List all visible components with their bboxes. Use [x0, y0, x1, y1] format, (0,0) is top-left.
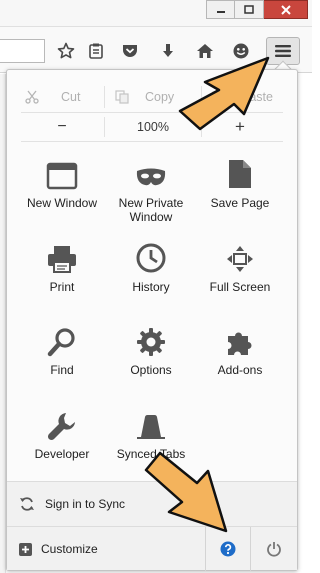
paste-icon	[212, 91, 224, 104]
plus-square-icon	[19, 542, 32, 556]
navigation-toolbar	[0, 27, 312, 73]
help-icon	[220, 541, 236, 557]
tile-label: Synced Tabs	[116, 447, 186, 461]
zoom-reset-button[interactable]: 100%	[105, 113, 201, 141]
tile-label: Find	[50, 363, 74, 377]
tile-label: Full Screen	[209, 280, 271, 294]
zoom-divider	[201, 117, 202, 137]
print-button[interactable]: Print	[18, 238, 106, 318]
tile-label: Save Page	[210, 196, 270, 210]
tile-label: Developer	[34, 447, 90, 461]
tile-label-line2: Window	[129, 210, 173, 224]
sync-label: Sign in to Sync	[45, 497, 126, 511]
restore-icon	[244, 4, 254, 14]
window-controls	[206, 0, 308, 19]
bookmark-star-button[interactable]	[53, 38, 79, 64]
developer-button[interactable]: Developer	[18, 405, 106, 485]
clipboard-icon	[89, 43, 103, 59]
window-icon	[46, 162, 78, 190]
customize-label: Customize	[41, 542, 98, 556]
add-ons-button[interactable]: Add-ons	[196, 321, 284, 401]
options-button[interactable]: Options	[107, 321, 195, 401]
help-button[interactable]	[205, 527, 250, 571]
zoom-out-button[interactable]: −	[47, 113, 77, 141]
paste-label: Paste	[241, 90, 273, 104]
printer-icon	[48, 246, 76, 273]
edit-controls: Cut Copy Paste	[7, 82, 297, 112]
close-button[interactable]	[264, 0, 308, 19]
customize-row: Customize	[7, 526, 297, 571]
quit-button[interactable]	[250, 527, 297, 571]
tile-label-line1: New Private	[118, 196, 184, 210]
customize-button[interactable]: Customize	[19, 527, 199, 571]
copy-label: Copy	[145, 90, 175, 104]
gear-icon	[137, 328, 165, 356]
new-window-button[interactable]: New Window	[18, 154, 106, 234]
tile-label: History	[132, 280, 170, 294]
copy-icon	[115, 90, 129, 104]
edit-divider	[104, 86, 105, 108]
downloads-button[interactable]	[155, 38, 181, 64]
zoom-value: 100%	[137, 120, 169, 134]
pocket-button[interactable]	[117, 38, 143, 64]
window-titlebar	[0, 0, 312, 27]
find-button[interactable]: Find	[18, 321, 106, 401]
scissors-icon	[25, 90, 39, 104]
save-page-button[interactable]: Save Page	[196, 154, 284, 234]
paste-button[interactable]: Paste	[211, 82, 273, 112]
cut-button[interactable]: Cut	[25, 82, 80, 112]
cut-label: Cut	[61, 90, 81, 104]
tile-label: New Window	[26, 196, 98, 210]
zoom-in-button[interactable]: +	[225, 113, 255, 141]
smiley-icon	[233, 43, 249, 59]
tile-label: Print	[49, 280, 75, 294]
sign-in-to-sync-button[interactable]: Sign in to Sync	[19, 482, 295, 526]
synced-tabs-icon	[137, 415, 165, 439]
app-menu-panel: Cut Copy Paste − 100% + New Window New P…	[6, 69, 298, 571]
download-arrow-icon	[163, 44, 173, 57]
close-icon	[280, 4, 291, 15]
home-button[interactable]	[192, 38, 218, 64]
puzzle-icon	[228, 332, 252, 355]
minimize-icon	[216, 10, 225, 13]
document-icon	[229, 160, 251, 188]
full-screen-button[interactable]: Full Screen	[196, 238, 284, 318]
tile-label: Add-ons	[217, 363, 263, 377]
tile-label: Options	[130, 363, 172, 377]
clock-icon	[136, 243, 166, 273]
hello-button[interactable]	[228, 38, 254, 64]
pocket-icon	[123, 45, 137, 57]
synced-tabs-button[interactable]: Synced Tabs	[107, 405, 195, 485]
restore-button[interactable]	[235, 0, 264, 19]
edit-divider	[201, 86, 202, 108]
reading-list-button[interactable]	[83, 38, 109, 64]
zoom-grid-divider	[21, 141, 283, 142]
url-bar[interactable]	[0, 39, 45, 63]
copy-button[interactable]: Copy	[115, 82, 174, 112]
hamburger-icon	[275, 45, 291, 57]
wrench-icon	[47, 413, 75, 441]
tile-label: New Private Window	[119, 196, 184, 224]
zoom-controls: − 100% +	[7, 113, 297, 141]
sync-icon	[20, 497, 34, 511]
minimize-button[interactable]	[206, 0, 235, 19]
zoom-out-label: −	[57, 118, 67, 135]
zoom-in-label: +	[235, 117, 245, 136]
fullscreen-arrows-icon	[227, 246, 253, 272]
history-button[interactable]: History	[107, 238, 195, 318]
magnifier-icon	[47, 328, 75, 357]
star-icon	[57, 42, 75, 59]
home-icon	[197, 44, 213, 58]
sync-row: Sign in to Sync	[7, 481, 297, 526]
power-icon	[267, 542, 281, 557]
mask-icon	[136, 168, 166, 186]
new-private-window-button[interactable]: New Private Window	[107, 154, 195, 234]
